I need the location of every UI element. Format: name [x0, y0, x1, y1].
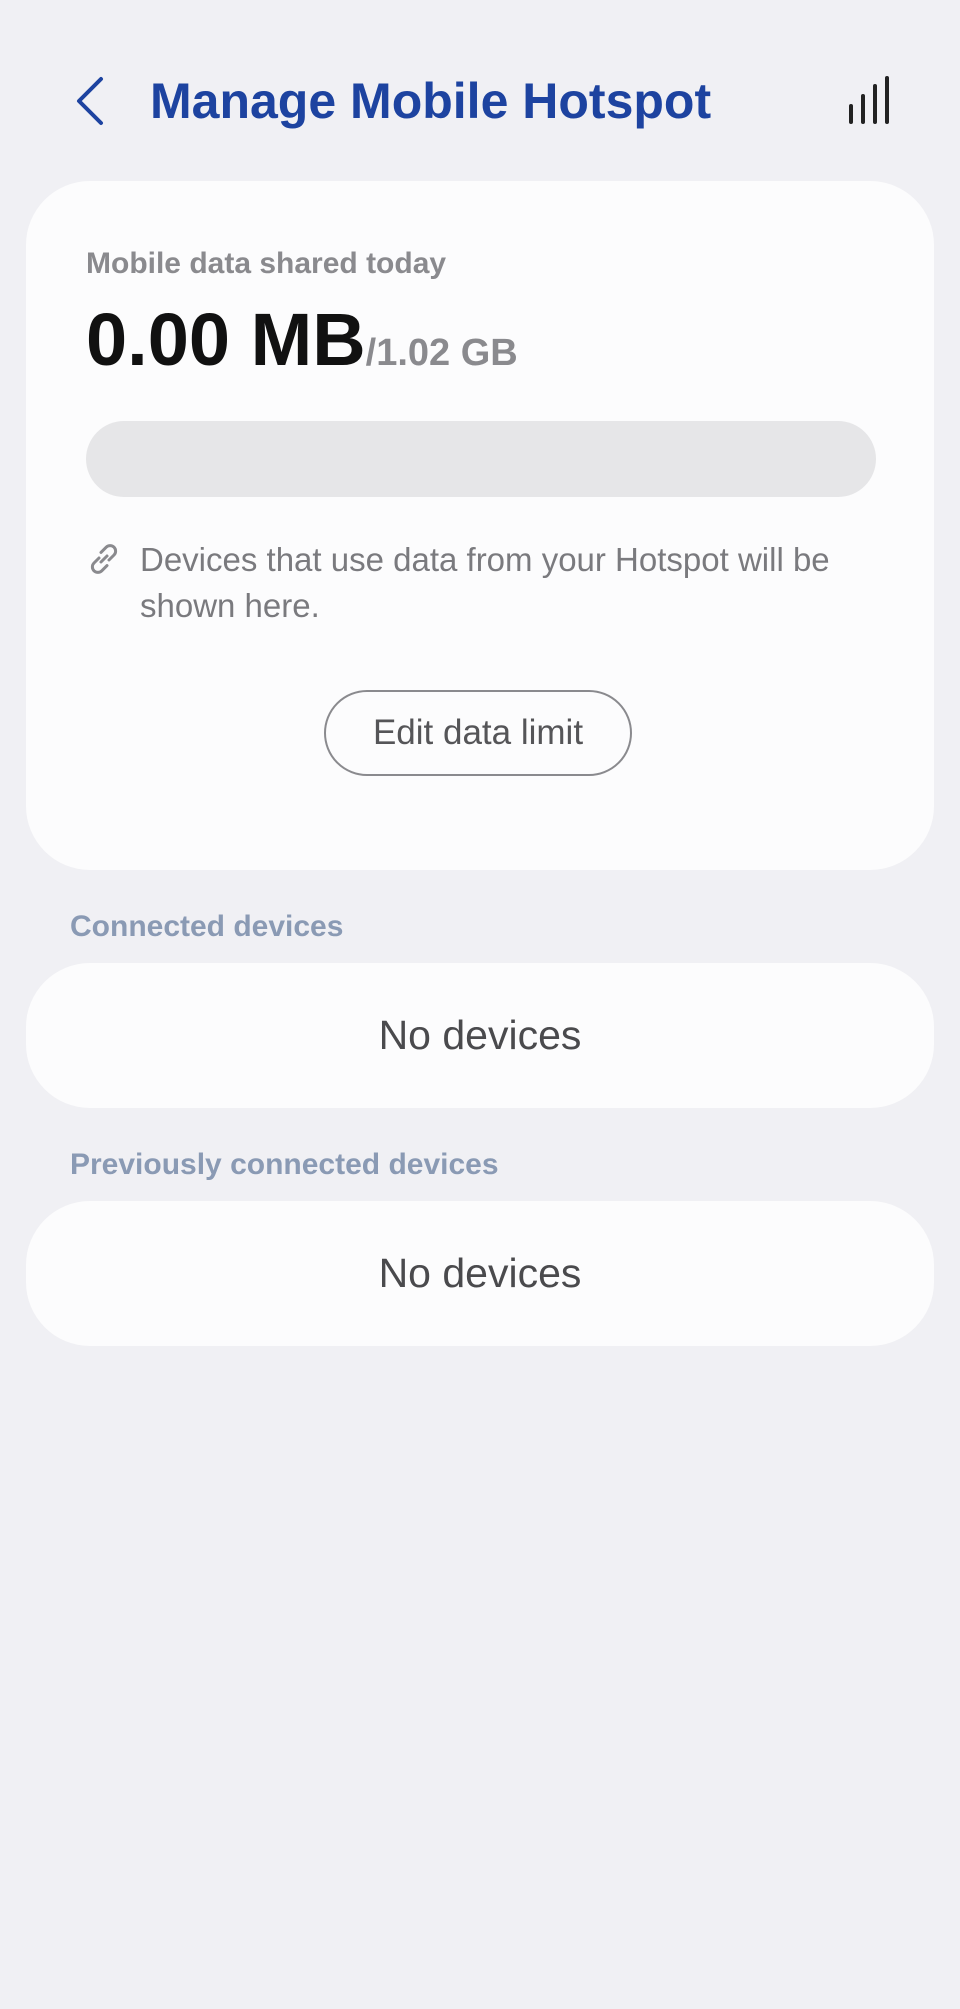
top-app-bar: Manage Mobile Hotspot [0, 0, 960, 180]
chevron-left-icon [77, 77, 103, 125]
previous-devices-header: Previously connected devices [70, 1148, 499, 1181]
connected-devices-empty-text: No devices [378, 1012, 582, 1058]
data-usage-card: Mobile data shared today 0.00 MB/1.02 GB… [26, 181, 934, 870]
link-icon [90, 544, 118, 574]
back-button[interactable] [62, 66, 118, 136]
connected-devices-card: No devices [26, 963, 934, 1108]
bar-chart-icon [849, 76, 889, 124]
data-limit-value: /1.02 GB [365, 332, 518, 374]
data-usage-button[interactable] [838, 68, 900, 132]
data-usage-values: 0.00 MB/1.02 GB [86, 303, 518, 377]
data-usage-progress-bar [86, 421, 876, 497]
previous-devices-empty-text: No devices [378, 1250, 582, 1296]
edit-data-limit-button[interactable]: Edit data limit [324, 690, 632, 776]
data-usage-label: Mobile data shared today [86, 247, 447, 280]
page-title: Manage Mobile Hotspot [150, 73, 712, 129]
connected-devices-header: Connected devices [70, 910, 344, 943]
data-used-value: 0.00 MB [86, 298, 366, 381]
hotspot-info-text: Devices that use data from your Hotspot … [140, 541, 830, 624]
previous-devices-card: No devices [26, 1201, 934, 1346]
